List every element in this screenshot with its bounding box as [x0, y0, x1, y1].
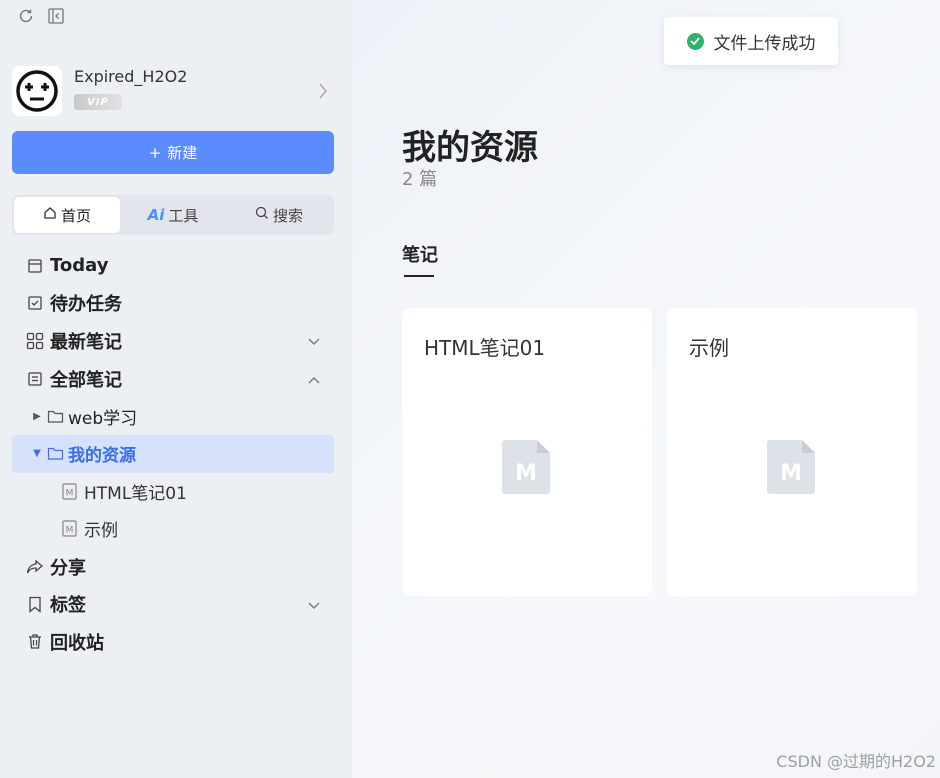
svg-text:M: M	[515, 461, 537, 486]
new-button[interactable]: + 新建	[12, 131, 334, 174]
folder-web-label: web学习	[68, 408, 138, 429]
trash-icon	[24, 633, 46, 650]
svg-text:M: M	[780, 461, 802, 486]
svg-text:M: M	[65, 488, 73, 498]
markdown-file-icon: M	[58, 483, 80, 500]
folder-web[interactable]: ▶ web学习	[12, 397, 334, 435]
note-card[interactable]: 示例 M	[667, 308, 917, 596]
chevron-right-icon[interactable]	[318, 82, 328, 104]
sidebar-item-all-notes-label: 全部笔记	[50, 369, 122, 391]
tab-search[interactable]: 搜索	[226, 197, 332, 233]
note-card[interactable]: HTML笔记01 M	[402, 308, 652, 596]
bookmark-icon	[24, 596, 46, 613]
note-card-title: HTML笔记01	[424, 336, 546, 360]
sidebar-item-todo-label: 待办任务	[50, 294, 122, 316]
notes-icon	[24, 371, 46, 387]
note-card-title: 示例	[689, 336, 729, 360]
caret-down-icon[interactable]: ▼	[30, 448, 44, 459]
folder-icon	[44, 446, 66, 461]
tab-search-label: 搜索	[272, 206, 303, 225]
sidebar: Expired_H2O2 VIP + 新建 首页 Ai 工具 搜索 Today …	[0, 0, 352, 778]
sidebar-top-icons	[16, 6, 66, 26]
new-button-label: 新建	[167, 144, 198, 162]
avatar[interactable]	[12, 66, 62, 116]
tab-notes[interactable]: 笔记	[402, 241, 438, 267]
caret-right-icon[interactable]: ▶	[30, 411, 44, 422]
tab-active-indicator	[404, 275, 434, 277]
note-html01[interactable]: M HTML笔记01	[12, 473, 334, 511]
home-icon	[43, 206, 57, 224]
sidebar-item-recent[interactable]: 最新笔记	[12, 322, 334, 360]
folder-icon	[44, 409, 66, 424]
plus-icon: +	[148, 143, 162, 162]
note-example[interactable]: M 示例	[12, 510, 334, 548]
tab-home-label: 首页	[60, 206, 91, 225]
chevron-down-icon[interactable]	[308, 594, 320, 615]
sidebar-item-today-label: Today	[50, 255, 109, 277]
search-icon	[255, 206, 269, 224]
markdown-file-icon: M	[58, 520, 80, 538]
grid-icon	[24, 332, 46, 350]
username: Expired_H2O2	[74, 67, 188, 86]
watermark: CSDN @过期的H2O2	[776, 752, 936, 771]
markdown-file-icon: M	[502, 440, 550, 498]
upload-success-toast: 文件上传成功	[664, 17, 838, 65]
sidebar-item-today[interactable]: Today	[12, 247, 334, 285]
avatar-face-icon	[16, 70, 58, 112]
sidebar-item-trash-label: 回收站	[50, 632, 104, 654]
note-count: 2 篇	[402, 169, 438, 190]
sidebar-item-share-label: 分享	[50, 557, 86, 579]
sidebar-tabs: 首页 Ai 工具 搜索	[12, 195, 334, 235]
ai-icon: Ai	[147, 206, 165, 224]
success-check-icon	[686, 32, 704, 50]
sidebar-item-tags[interactable]: 标签	[12, 585, 334, 623]
chevron-up-icon[interactable]	[308, 368, 320, 389]
main-content: 文件上传成功 我的资源 2 篇 笔记 HTML笔记01 M 示例 M CSDN …	[352, 0, 940, 778]
calendar-icon	[24, 258, 46, 274]
vip-badge: VIP	[74, 94, 122, 110]
sidebar-item-recent-label: 最新笔记	[50, 331, 122, 353]
refresh-icon[interactable]	[16, 6, 36, 26]
tab-ai-tools-label: 工具	[168, 206, 199, 225]
sidebar-nav: Today 待办任务 最新笔记 全部笔记 ▶ web学习 ▼ 我的资源 M HT…	[12, 247, 334, 661]
tab-home[interactable]: 首页	[14, 197, 120, 233]
user-profile[interactable]: Expired_H2O2 VIP	[12, 66, 334, 118]
markdown-file-icon: M	[767, 440, 815, 498]
checkbox-icon	[24, 295, 46, 311]
folder-my-resources-label: 我的资源	[68, 446, 136, 467]
note-html01-label: HTML笔记01	[84, 483, 187, 504]
chevron-down-icon[interactable]	[308, 330, 320, 351]
tab-ai-tools[interactable]: Ai 工具	[120, 197, 226, 233]
svg-text:M: M	[65, 526, 73, 536]
toast-text: 文件上传成功	[713, 33, 816, 54]
note-example-label: 示例	[84, 521, 118, 542]
sidebar-item-trash[interactable]: 回收站	[12, 623, 334, 661]
collapse-sidebar-icon[interactable]	[46, 6, 66, 26]
page-title: 我的资源	[402, 128, 538, 168]
sidebar-item-all-notes[interactable]: 全部笔记	[12, 360, 334, 398]
sidebar-item-tags-label: 标签	[50, 595, 86, 617]
folder-my-resources[interactable]: ▼ 我的资源	[12, 434, 334, 473]
sidebar-item-share[interactable]: 分享	[12, 548, 334, 586]
sidebar-item-todo[interactable]: 待办任务	[12, 285, 334, 323]
share-icon	[24, 559, 46, 575]
